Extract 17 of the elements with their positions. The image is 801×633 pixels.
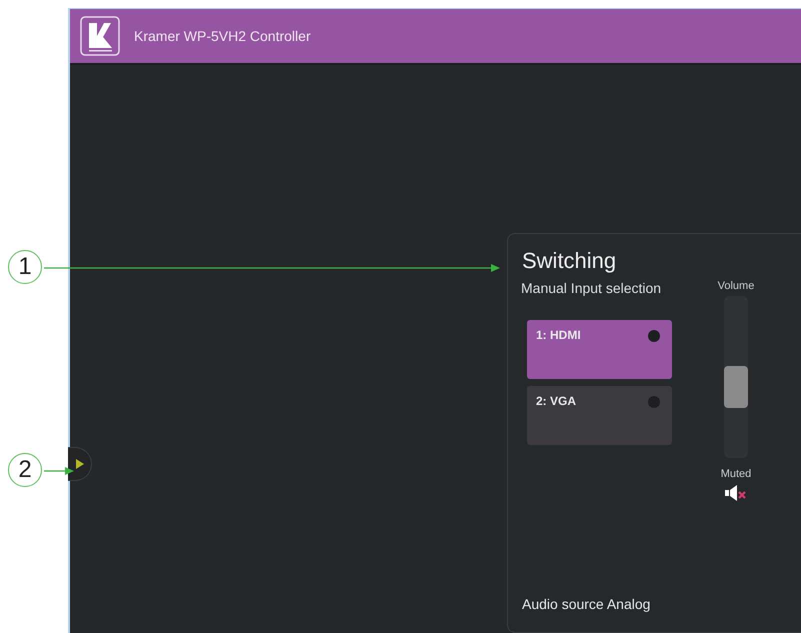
slider-thumb[interactable] [724,366,748,408]
callout-number: 2 [8,453,42,487]
speaker-muted-icon[interactable] [725,484,747,502]
input-button[interactable]: 1: HDMI [527,320,672,379]
app-title: Kramer WP-5VH2 Controller [134,28,311,44]
logo-icon [80,16,120,56]
volume-label: Volume [718,280,754,292]
section-label: Manual Input selection [521,280,662,296]
callout-number: 1 [8,250,42,284]
sidebar-toggle[interactable] [68,447,92,481]
mute-label: Muted [720,468,752,480]
volume-slider[interactable] [724,296,748,458]
panel-title: Switching [522,248,618,274]
callout-arrow [44,466,74,476]
audio-source-text: Audio source Analog [522,596,652,612]
play-icon [76,459,84,469]
input-button[interactable]: 2: VGA [527,386,672,445]
